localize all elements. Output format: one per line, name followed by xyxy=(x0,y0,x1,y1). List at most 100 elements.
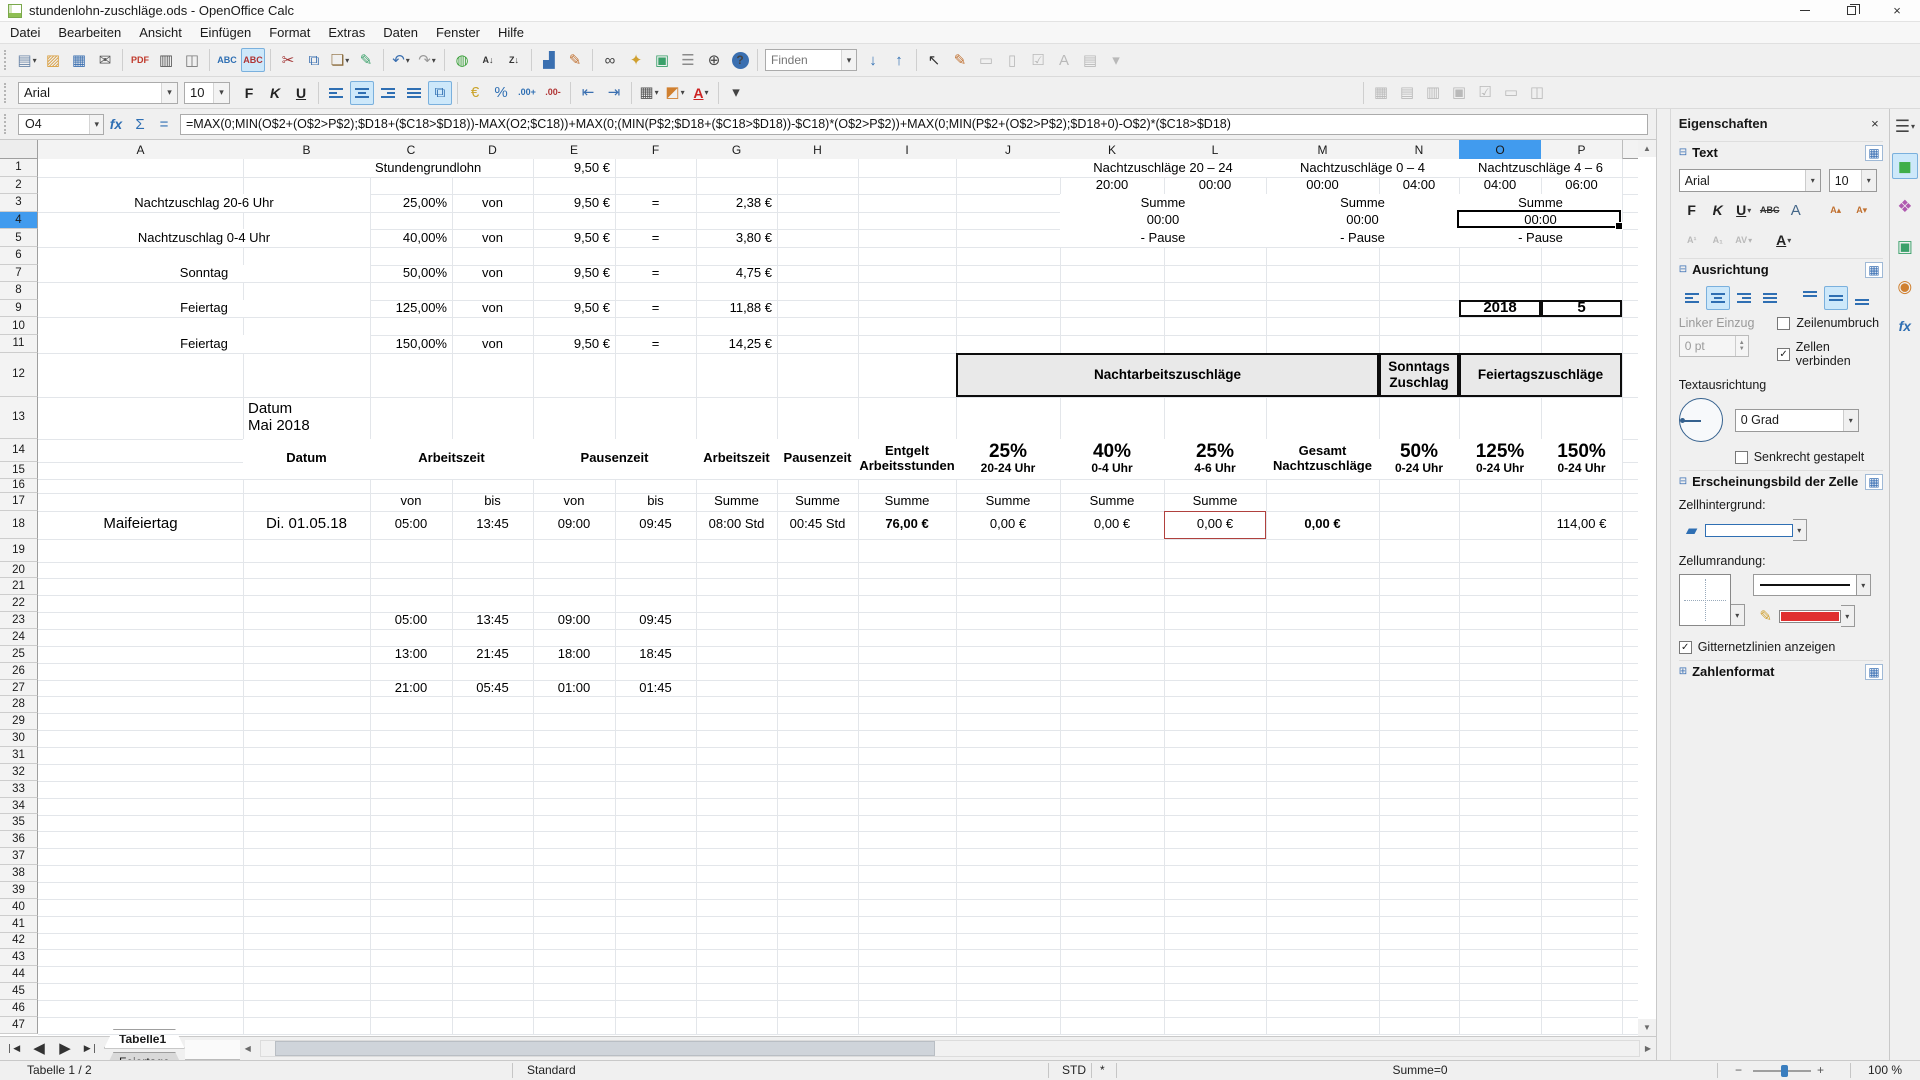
cell-A-B9[interactable]: Feiertag xyxy=(38,300,370,318)
next-sheet-icon[interactable]: ▶ xyxy=(53,1037,77,1061)
font-name-select[interactable]: Arial▾ xyxy=(18,82,178,104)
function-icon[interactable]: = xyxy=(153,113,175,135)
cell-C27[interactable]: 21:00 xyxy=(370,680,452,697)
toolbar-overflow-icon[interactable]: ▾ xyxy=(724,81,748,105)
cell-F3[interactable]: = xyxy=(615,194,696,212)
borders-icon[interactable]: ▦▾ xyxy=(637,81,661,105)
column-header-O[interactable]: O xyxy=(1459,140,1542,159)
format-paintbrush-icon[interactable]: ✎ xyxy=(354,48,378,72)
number-format-panel-launcher-icon[interactable]: ▦ xyxy=(1865,664,1882,680)
row-header-33[interactable]: 33 xyxy=(0,781,38,798)
alignment-panel-launcher-icon[interactable]: ▦ xyxy=(1865,262,1882,278)
border-picker-dropdown-icon[interactable]: ▾ xyxy=(1731,604,1745,626)
cell-F27[interactable]: 01:45 xyxy=(615,680,696,697)
column-header-M[interactable]: M xyxy=(1266,140,1380,159)
cell-G17[interactable]: Summe xyxy=(696,493,777,511)
navigator-icon[interactable]: ✦ xyxy=(624,48,648,72)
menu-item-ansicht[interactable]: Ansicht xyxy=(131,22,190,43)
cell-K-L1[interactable]: Nachtzuschläge 20 – 24 xyxy=(1060,159,1266,177)
cell-G3[interactable]: 2,38 € xyxy=(696,194,777,212)
cell-A-B3[interactable]: Nachtzuschlag 20-6 Uhr xyxy=(38,194,370,212)
row-header-28[interactable]: 28 xyxy=(0,696,38,713)
cell-E1[interactable]: 9,50 € xyxy=(533,159,615,177)
merge-cells-checkbox[interactable]: ✓Zellen verbinden xyxy=(1777,340,1882,368)
find-toolbar-input[interactable]: ▾ xyxy=(765,49,857,71)
cell-K2[interactable]: 20:00 xyxy=(1060,177,1164,195)
cell-D17[interactable]: bis xyxy=(452,493,533,511)
row-header-10[interactable]: 10 xyxy=(0,317,38,335)
row-header-44[interactable]: 44 xyxy=(0,966,38,983)
cell-G11[interactable]: 14,25 € xyxy=(696,335,777,353)
cell-K14[interactable]: 40%0-4 Uhr xyxy=(1060,439,1164,479)
cell-C18[interactable]: 05:00 xyxy=(370,511,452,539)
text-panel-launcher-icon[interactable]: ▦ xyxy=(1865,145,1882,161)
sum-icon[interactable]: Σ xyxy=(129,113,151,135)
menu-item-daten[interactable]: Daten xyxy=(375,22,426,43)
row-header-43[interactable]: 43 xyxy=(0,949,38,966)
cell-E5[interactable]: 9,50 € xyxy=(533,229,615,247)
row-header-27[interactable]: 27 xyxy=(0,680,38,697)
row-header-30[interactable]: 30 xyxy=(0,730,38,747)
cell-H14[interactable]: Pausenzeit xyxy=(777,439,858,479)
cell-A-B5[interactable]: Nachtzuschlag 0-4 Uhr xyxy=(38,229,370,247)
cell-P14[interactable]: 150%0-24 Uhr xyxy=(1541,439,1622,479)
cut-icon[interactable]: ✂ xyxy=(276,48,300,72)
wrap-text-checkbox[interactable]: Zeilenumbruch xyxy=(1777,316,1882,330)
spreadsheet-grid[interactable]: ABCDEFGHIJKLMNOP123456789101112131415161… xyxy=(0,140,1656,1036)
previous-sheet-icon[interactable]: ◀ xyxy=(27,1037,51,1061)
font-color-icon[interactable]: A▾ xyxy=(1772,228,1796,252)
hyperlink-icon[interactable]: ◍ xyxy=(450,48,474,72)
cell-E-F14[interactable]: Pausenzeit xyxy=(533,439,696,479)
cell-A-B11[interactable]: Feiertag xyxy=(38,335,370,353)
cell-D18[interactable]: 13:45 xyxy=(452,511,533,539)
menu-item-fenster[interactable]: Fenster xyxy=(428,22,488,43)
new-document-icon[interactable]: ▤▾ xyxy=(15,48,39,72)
cell-M-N1[interactable]: Nachtzuschläge 0 – 4 xyxy=(1266,159,1459,177)
row-header-37[interactable]: 37 xyxy=(0,848,38,865)
cell-K-L4[interactable]: 00:00 xyxy=(1060,212,1266,230)
row-header-3[interactable]: 3 xyxy=(0,194,38,212)
merge-cells-icon[interactable]: ⧉ xyxy=(428,81,452,105)
row-header-39[interactable]: 39 xyxy=(0,882,38,899)
cell-E18[interactable]: 09:00 xyxy=(533,511,615,539)
sidebar-tab-gallery[interactable]: ▣ xyxy=(1892,233,1918,259)
cell-D11[interactable]: von xyxy=(452,335,533,353)
align-center-icon[interactable] xyxy=(1706,286,1730,310)
align-left-icon[interactable] xyxy=(324,81,348,105)
cell-K-L5[interactable]: - Pause xyxy=(1060,229,1266,247)
row-header-36[interactable]: 36 xyxy=(0,831,38,848)
row-header-23[interactable]: 23 xyxy=(0,612,38,629)
cell-B18[interactable]: Di. 01.05.18 xyxy=(243,511,370,539)
row-header-16[interactable]: 16 xyxy=(0,479,38,493)
row-header-6[interactable]: 6 xyxy=(0,247,38,265)
cell-O-P1[interactable]: Nachtzuschläge 4 – 6 xyxy=(1459,159,1622,177)
font-color-icon[interactable]: A▾ xyxy=(689,81,713,105)
cell-M2[interactable]: 00:00 xyxy=(1266,177,1379,195)
menu-item-einfügen[interactable]: Einfügen xyxy=(192,22,259,43)
cell-C9[interactable]: 125,00% xyxy=(370,300,452,318)
cell-K-L3[interactable]: Summe xyxy=(1060,194,1266,212)
section-number-format-header[interactable]: ⊞ Zahlenformat ▦ xyxy=(1679,660,1883,682)
cell-F18[interactable]: 09:45 xyxy=(615,511,696,539)
cell-G18[interactable]: 08:00 Std xyxy=(696,511,777,539)
cell-K18[interactable]: 0,00 € xyxy=(1060,511,1164,539)
cell-O-P5[interactable]: - Pause xyxy=(1459,229,1622,247)
cell-K17[interactable]: Summe xyxy=(1060,493,1164,511)
line-color-pencil-icon[interactable]: ✎ xyxy=(1754,604,1778,628)
grow-font-icon[interactable]: A▴ xyxy=(1824,198,1848,222)
design-mode-icon[interactable]: ✎ xyxy=(948,48,972,72)
align-justified-icon[interactable] xyxy=(402,81,426,105)
cell-I14[interactable]: Entgelt Arbeitsstunden xyxy=(858,439,956,479)
cell-D3[interactable]: von xyxy=(452,194,533,212)
column-header-F[interactable]: F xyxy=(615,140,697,159)
cell-A-B7[interactable]: Sonntag xyxy=(38,265,370,283)
cell-H18[interactable]: 00:45 Std xyxy=(777,511,858,539)
column-header-H[interactable]: H xyxy=(777,140,859,159)
horizontal-scrollbar[interactable] xyxy=(260,1040,1640,1057)
row-header-38[interactable]: 38 xyxy=(0,865,38,882)
email-icon[interactable]: ✉ xyxy=(93,48,117,72)
cell-B13[interactable]: Datum Mai 2018 xyxy=(243,397,370,439)
row-header-20[interactable]: 20 xyxy=(0,562,38,579)
row-header-40[interactable]: 40 xyxy=(0,899,38,916)
sheet-tab-tabelle1[interactable]: Tabelle1 xyxy=(104,1029,185,1049)
